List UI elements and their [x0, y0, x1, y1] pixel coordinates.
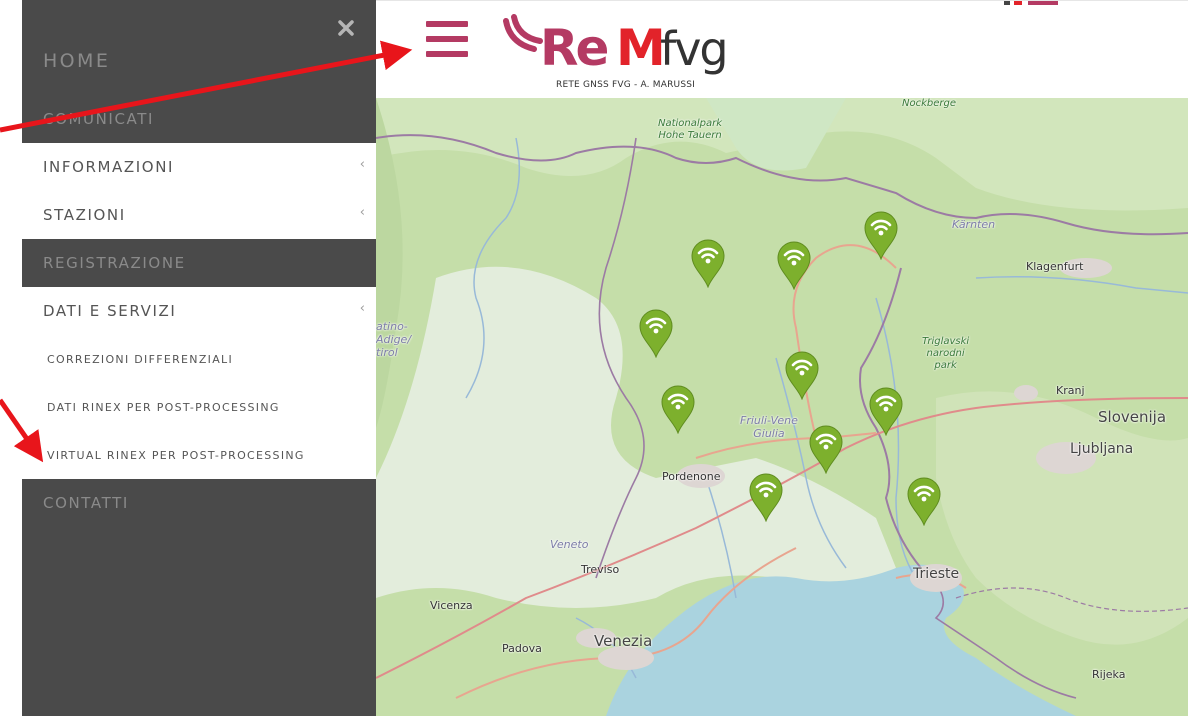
map-label-pordenone: Pordenone — [662, 470, 721, 483]
menu-item-comunicati[interactable]: COMUNICATI — [22, 95, 376, 143]
station-marker-icon[interactable] — [690, 238, 726, 288]
logo-subtitle: RETE GNSS FVG - A. MARUSSI — [556, 80, 696, 90]
map-label-nationalpark: Nationalpark Hohe Tauern — [658, 118, 723, 141]
menu-item-comunicati-label: COMUNICATI — [43, 110, 155, 128]
menu-item-contatti-label: CONTATTI — [43, 494, 129, 512]
menu-item-registrazione[interactable]: REGISTRAZIONE — [22, 239, 376, 287]
station-marker-icon[interactable] — [808, 424, 844, 474]
submenu-item-label: DATI RINEX PER POST-PROCESSING — [47, 400, 280, 414]
station-marker-icon[interactable] — [863, 210, 899, 260]
map-label-triglavski: Triglavski narodni park — [922, 336, 970, 371]
map-label-slovenija: Slovenija — [1098, 408, 1167, 426]
stations-map[interactable]: Nockberge Nationalpark Hohe Tauern Kärnt… — [376, 98, 1188, 716]
site-header: Re M fvg RETE GNSS FVG - A. MARUSSI — [376, 0, 1188, 98]
map-label-nockberge: Nockberge — [902, 98, 956, 109]
chevron-left-icon: ‹ — [359, 205, 365, 220]
menu-item-dati-e-servizi[interactable]: DATI E SERVIZI ‹ — [22, 287, 376, 335]
station-marker-icon[interactable] — [660, 384, 696, 434]
hamburger-menu-icon[interactable] — [426, 21, 468, 61]
station-marker-icon[interactable] — [868, 386, 904, 436]
menu-item-dati-e-servizi-label: DATI E SERVIZI — [43, 302, 177, 320]
menu-item-informazioni[interactable]: INFORMAZIONI ‹ — [22, 143, 376, 191]
chevron-left-icon: ‹ — [359, 301, 365, 316]
map-label-trieste: Trieste — [913, 566, 960, 582]
menu-item-home-label: HOME — [43, 50, 111, 72]
map-background — [376, 98, 1188, 716]
submenu-item-dati-rinex[interactable]: DATI RINEX PER POST-PROCESSING — [22, 383, 376, 431]
menu-item-home[interactable]: HOME — [22, 36, 376, 86]
logo-re-text: Re — [540, 19, 608, 77]
map-label-alto-adige: atino- Adige/ tirol — [376, 320, 412, 359]
map-label-rijeka: Rijeka — [1092, 668, 1126, 681]
station-marker-icon[interactable] — [784, 350, 820, 400]
station-marker-icon[interactable] — [906, 476, 942, 526]
map-label-venezia: Venezia — [594, 632, 653, 650]
map-label-karnten: Kärnten — [952, 218, 996, 231]
menu-item-registrazione-label: REGISTRAZIONE — [43, 254, 186, 272]
station-marker-icon[interactable] — [776, 240, 812, 290]
map-label-padova: Padova — [502, 642, 542, 655]
station-marker-icon[interactable] — [748, 472, 784, 522]
map-label-ljubljana: Ljubljana — [1070, 441, 1134, 457]
map-label-vicenza: Vicenza — [430, 599, 473, 612]
navigation-drawer: HOME COMUNICATI INFORMAZIONI ‹ STAZIONI … — [22, 0, 376, 716]
partial-logo-icon — [1004, 1, 1058, 5]
chevron-left-icon: ‹ — [359, 157, 365, 172]
logo-m-text: M — [616, 19, 666, 77]
menu-item-stazioni-label: STAZIONI — [43, 206, 126, 224]
menu-item-stazioni[interactable]: STAZIONI ‹ — [22, 191, 376, 239]
submenu-item-label: VIRTUAL RINEX PER POST-PROCESSING — [47, 448, 305, 462]
menu-item-contatti[interactable]: CONTATTI — [22, 479, 376, 527]
close-icon[interactable] — [336, 18, 356, 38]
map-label-friuli: Friuli-Vene Giulia — [740, 414, 798, 440]
map-label-klagenfurt: Klagenfurt — [1026, 260, 1084, 273]
menu-item-informazioni-label: INFORMAZIONI — [43, 158, 175, 176]
map-label-veneto: Veneto — [550, 538, 589, 551]
map-label-treviso: Treviso — [581, 563, 620, 576]
submenu-item-label: CORREZIONI DIFFERENZIALI — [47, 352, 233, 366]
logo-swoosh-icon — [503, 14, 543, 52]
station-marker-icon[interactable] — [638, 308, 674, 358]
map-label-kranj: Kranj — [1056, 384, 1085, 397]
logo-fvg-text: fvg — [660, 22, 727, 76]
submenu-item-correzioni-differenziali[interactable]: CORREZIONI DIFFERENZIALI — [22, 335, 376, 383]
submenu-item-virtual-rinex[interactable]: VIRTUAL RINEX PER POST-PROCESSING — [22, 431, 376, 479]
